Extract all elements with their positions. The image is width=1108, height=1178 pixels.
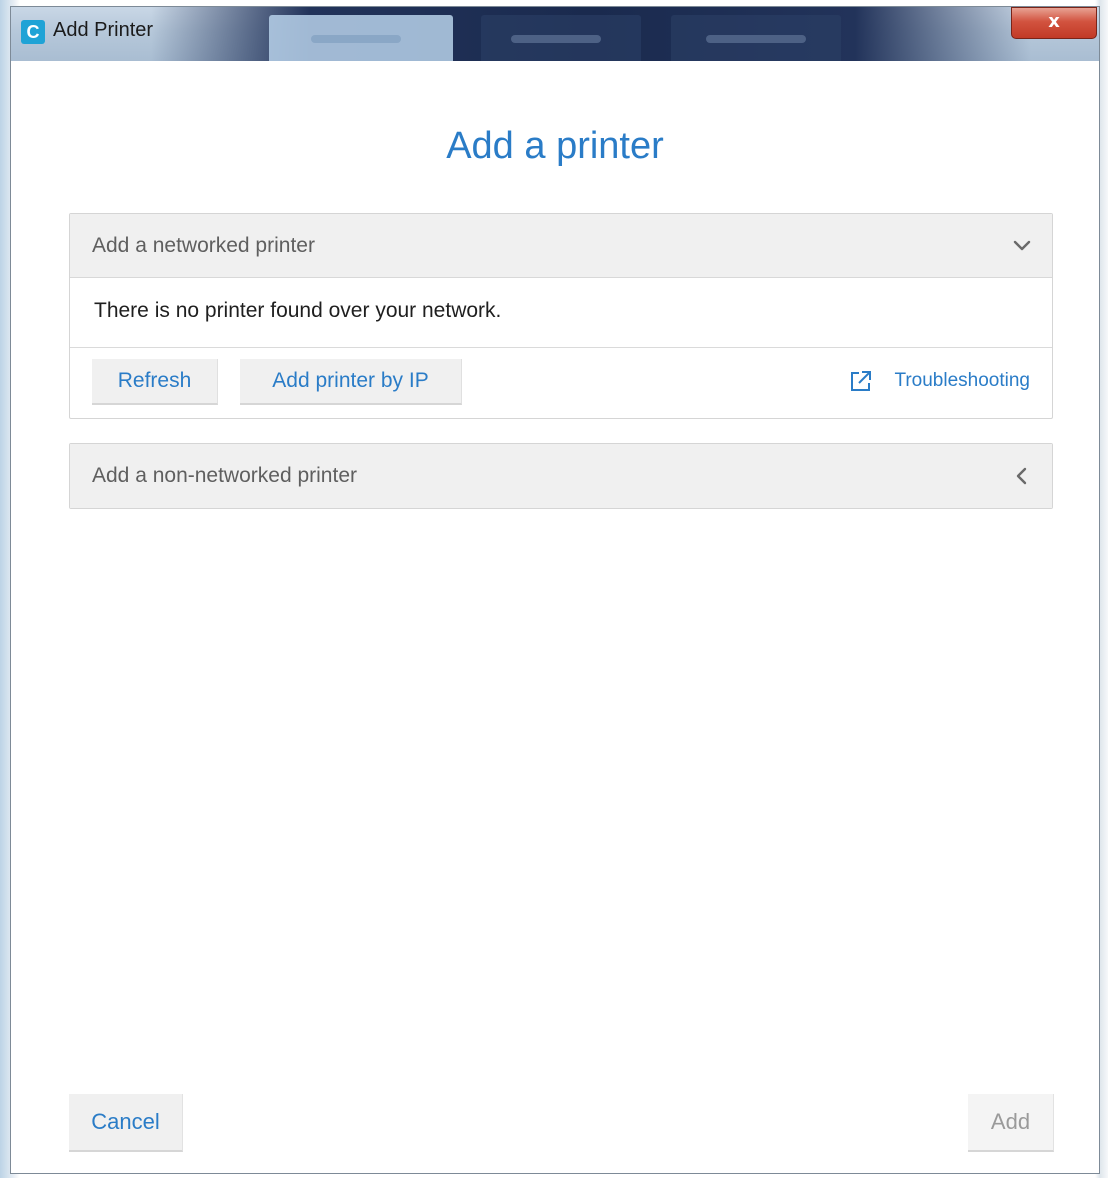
cancel-button[interactable]: Cancel [69,1094,183,1152]
networked-printer-header[interactable]: Add a networked printer [70,214,1052,278]
page-title: Add a printer [446,125,664,167]
app-logo-icon: C [21,20,45,44]
close-button[interactable]: x [1011,7,1097,39]
non-networked-printer-header[interactable]: Add a non-networked printer [70,444,1052,508]
background-text-blur [511,35,601,43]
add-button[interactable]: Add [968,1094,1054,1152]
background-text-blur [706,35,806,43]
non-networked-printer-label: Add a non-networked printer [92,464,357,487]
chevron-down-icon [1013,240,1031,251]
external-link-icon [851,371,872,391]
add-printer-by-ip-button[interactable]: Add printer by IP [240,359,462,405]
chevron-left-icon [1016,467,1027,485]
networked-printer-label: Add a networked printer [92,234,315,257]
panel-divider [70,347,1052,348]
add-printer-window: C Add Printer x Add a printer Add a netw… [10,6,1100,1174]
background-text-blur [311,35,401,43]
window-title: Add Printer [53,19,154,41]
non-networked-printer-panel: Add a non-networked printer [69,443,1053,509]
refresh-button[interactable]: Refresh [92,359,218,405]
troubleshooting-label: Troubleshooting [894,370,1030,391]
troubleshooting-link[interactable]: Troubleshooting [848,368,1030,394]
no-printer-message: There is no printer found over your netw… [94,299,502,322]
networked-printer-panel: Add a networked printer There is no prin… [69,213,1053,419]
dialog-content: Add a printer Add a networked printer Th… [11,61,1099,1173]
title-bar[interactable]: C Add Printer x [11,7,1099,61]
